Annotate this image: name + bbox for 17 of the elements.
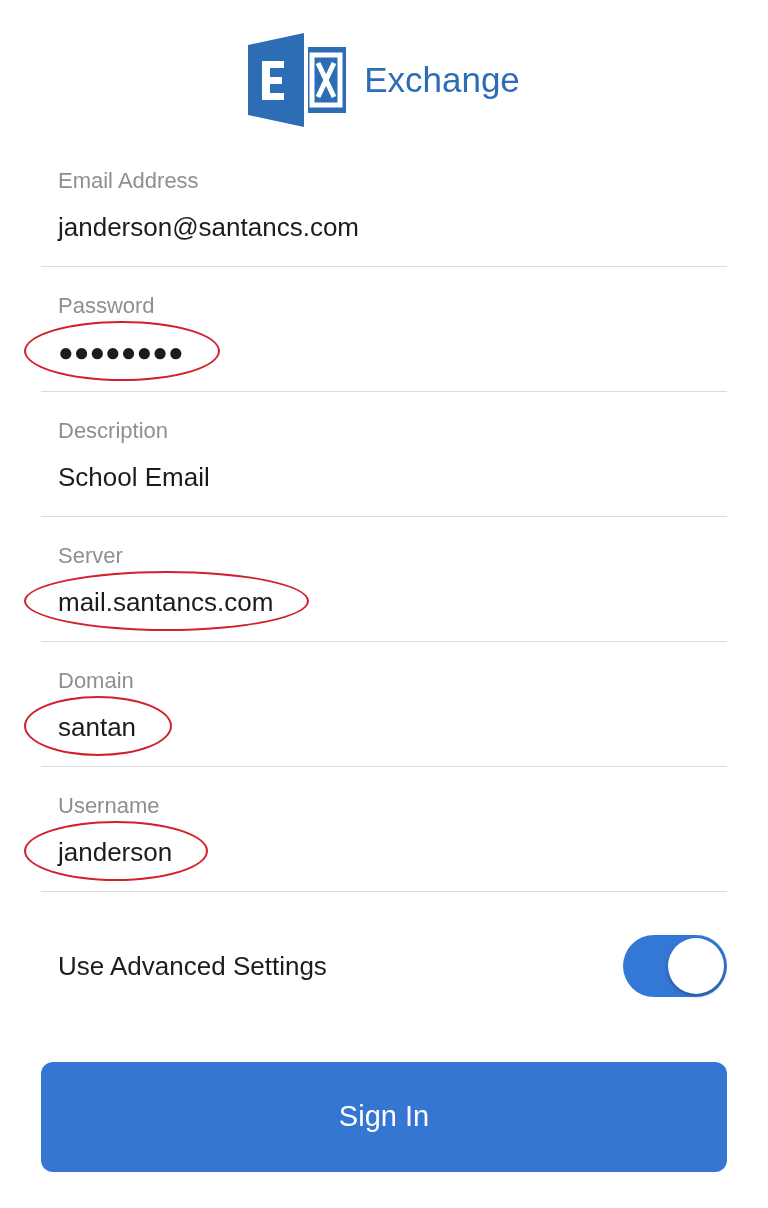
field-label: Username [58, 792, 160, 820]
field-label: Description [58, 417, 169, 445]
logo-text: Exchange [364, 58, 520, 101]
field-label: Password [58, 292, 155, 320]
exchange-logo-icon [248, 33, 349, 127]
toggle-switch[interactable] [623, 935, 727, 997]
field-label: Domain [58, 667, 134, 695]
field-value[interactable]: janderson@santancs.com [58, 210, 359, 244]
sign-in-button[interactable]: Sign In [41, 1062, 727, 1172]
field-value[interactable]: janderson [58, 835, 173, 869]
field-label: Email Address [58, 167, 199, 195]
field-label: Server [58, 542, 123, 570]
field-value[interactable]: School Email [58, 460, 210, 494]
field-value[interactable]: santan [58, 710, 137, 744]
toggle-label: Use Advanced Settings [58, 949, 327, 983]
field-value[interactable]: mail.santancs.com [58, 585, 274, 619]
field-value[interactable]: ●●●●●●●● [58, 335, 184, 369]
